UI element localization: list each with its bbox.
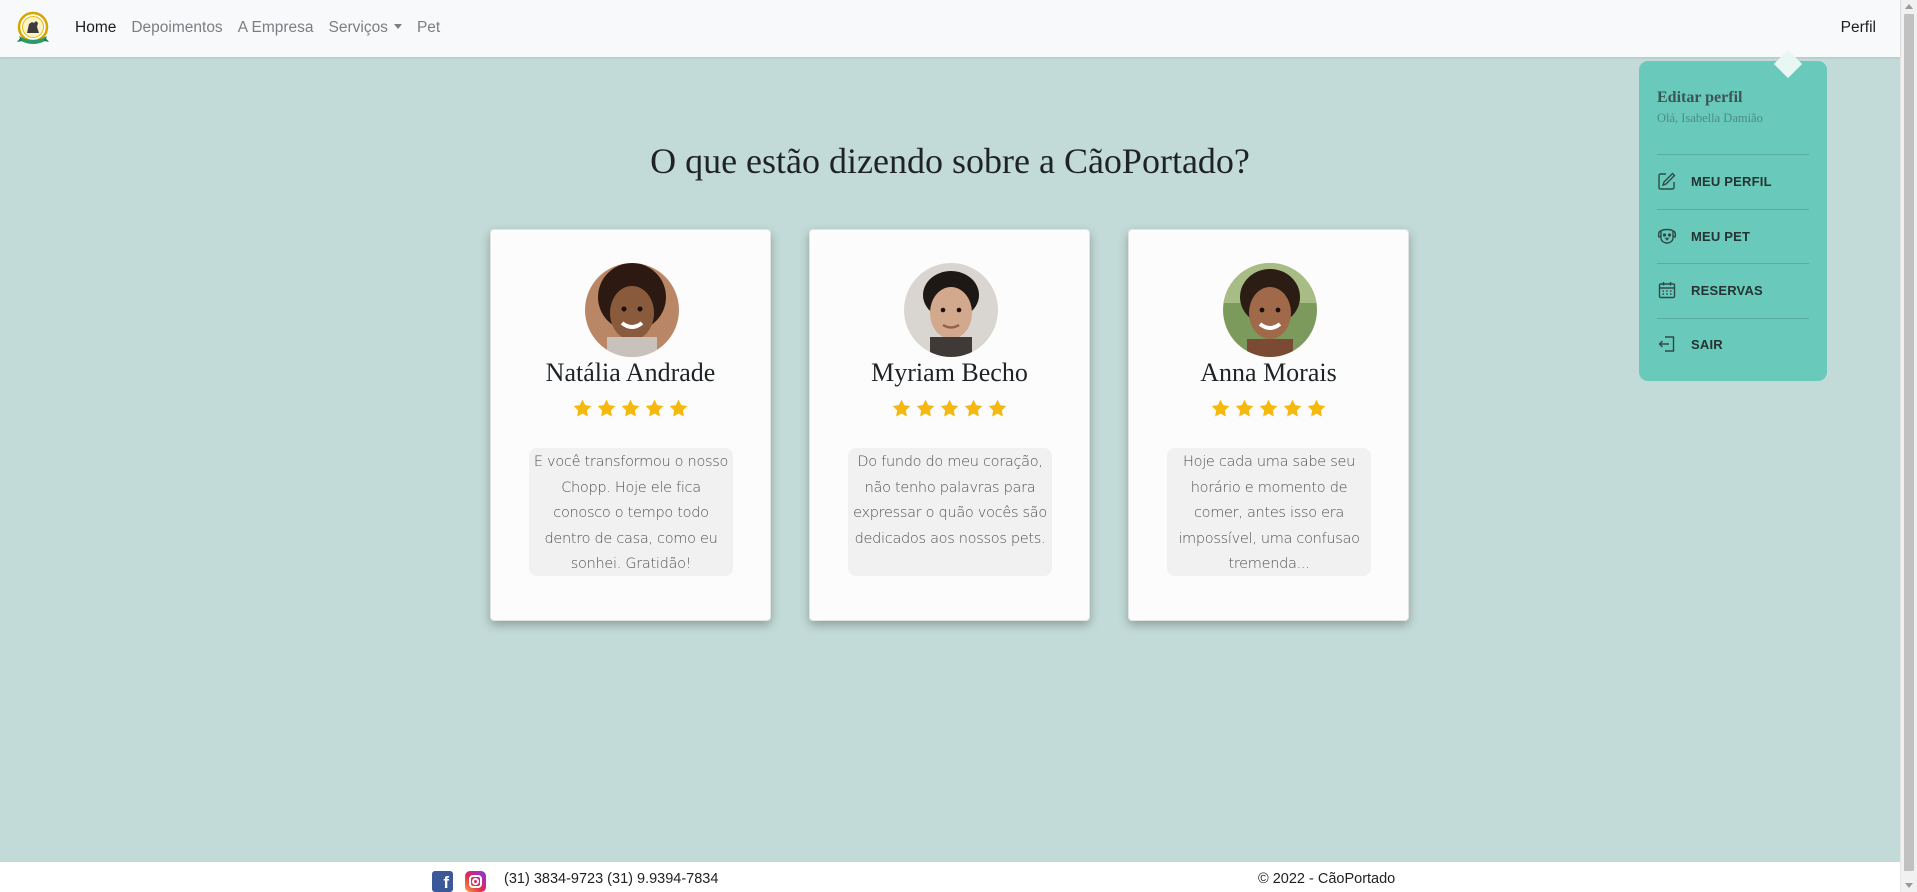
star-icon [964, 399, 983, 417]
star-icon [645, 399, 664, 417]
dog-face-icon [1657, 228, 1677, 244]
testimonial-name: Myriam Becho [871, 358, 1028, 387]
star-rating [1129, 398, 1408, 419]
divider [1657, 318, 1809, 319]
menu-item-meu-pet[interactable]: MEU PET [1657, 220, 1809, 252]
nav-link-servicos-label: Serviços [328, 19, 388, 36]
instagram-icon[interactable] [465, 871, 486, 892]
facebook-icon[interactable]: f [432, 871, 453, 892]
star-icon [573, 399, 592, 417]
scroll-down-arrow-icon[interactable] [1905, 883, 1913, 888]
menu-item-label: MEU PERFIL [1691, 173, 1772, 189]
menu-item-reservas[interactable]: RESERVAS [1657, 274, 1809, 306]
testimonial-card: Natália Andrade E você transformou o nos… [490, 229, 771, 621]
star-icon [597, 399, 616, 417]
footer: f (31) 3834-9723 (31) 9.9394-7834 © 2022… [0, 862, 1900, 892]
avatar [1223, 263, 1317, 357]
star-icon [669, 399, 688, 417]
logout-icon [1658, 336, 1675, 352]
profile-dropdown-toggle[interactable]: Perfil [1841, 19, 1876, 37]
star-icon [621, 399, 640, 417]
menu-item-meu-perfil[interactable]: MEU PERFIL [1657, 165, 1809, 197]
avatar [904, 263, 998, 357]
menu-item-label: RESERVAS [1691, 282, 1763, 298]
profile-menu-title: Editar perfil [1657, 89, 1743, 106]
nav-link-depoimentos[interactable]: Depoimentos [131, 19, 222, 37]
divider [1657, 154, 1809, 155]
calendar-icon [1658, 282, 1676, 299]
star-icon [916, 399, 935, 417]
top-navbar: Home Depoimentos A Empresa Serviços Pet … [0, 0, 1900, 57]
chevron-down-icon [393, 24, 402, 29]
main-nav: Home Depoimentos A Empresa Serviços Pet [75, 19, 440, 37]
avatar [585, 263, 679, 357]
nav-link-a-empresa[interactable]: A Empresa [238, 19, 314, 37]
scrollbar-thumb[interactable] [1904, 14, 1914, 871]
star-icon [1259, 399, 1278, 417]
star-icon [1235, 399, 1254, 417]
caoportado-logo-icon[interactable] [14, 11, 52, 47]
testimonial-name: Natália Andrade [545, 358, 716, 387]
page-title: O que estão dizendo sobre a CãoPortado? [650, 141, 1250, 181]
star-icon [1307, 399, 1326, 417]
star-rating [810, 398, 1089, 419]
profile-menu-greeting: Olá, Isabella Damião [1657, 111, 1763, 125]
divider [1657, 209, 1809, 210]
instagram-lens [472, 878, 479, 885]
testimonial-quote: Do fundo do meu coração, não tenho palav… [848, 448, 1052, 576]
nav-link-servicos[interactable]: Serviços [329, 19, 402, 37]
footer-copyright: © 2022 - CãoPortado [1258, 871, 1396, 887]
menu-item-label: MEU PET [1691, 228, 1751, 244]
nav-link-home[interactable]: Home [75, 19, 116, 37]
star-icon [1211, 399, 1230, 417]
testimonial-card: Anna Morais Hoje cada uma sabe seu horár… [1128, 229, 1409, 621]
star-icon [1283, 399, 1302, 417]
edit-icon [1658, 172, 1676, 190]
menu-item-sair[interactable]: SAIR [1657, 328, 1809, 360]
vertical-scrollbar[interactable] [1900, 0, 1917, 892]
profile-dropdown-menu: Editar perfil Olá, Isabella Damião MEU P… [1639, 49, 1827, 381]
nav-link-pet[interactable]: Pet [417, 19, 440, 37]
star-icon [892, 399, 911, 417]
testimonial-card: Myriam Becho Do fundo do meu coração, nã… [809, 229, 1090, 621]
menu-item-label: SAIR [1691, 336, 1723, 352]
testimonial-name: Anna Morais [1200, 358, 1337, 387]
divider [1657, 263, 1809, 264]
star-icon [988, 399, 1007, 417]
star-rating [491, 398, 770, 419]
star-icon [940, 399, 959, 417]
testimonial-quote: E você transformou o nosso Chopp. Hoje e… [529, 448, 733, 576]
scroll-up-arrow-icon[interactable] [1905, 4, 1913, 9]
testimonial-quote: Hoje cada uma sabe seu horário e momento… [1167, 448, 1371, 576]
footer-phone-numbers: (31) 3834-9723 (31) 9.9394-7834 [504, 871, 719, 887]
